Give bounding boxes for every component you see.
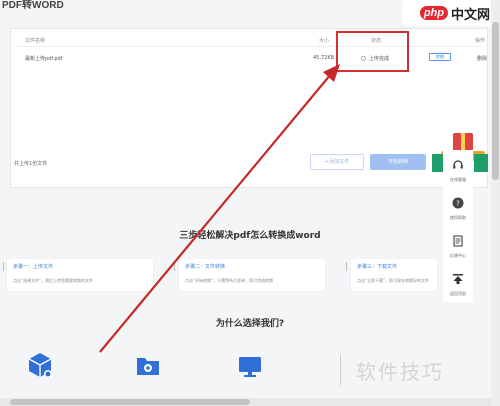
col-header-name: 文件名称 <box>25 38 46 44</box>
step-desc: 点击“选择文件”，然后上传您需要转换的文件 <box>13 278 94 283</box>
gift-box-shape <box>453 133 473 151</box>
folder-feature-icon <box>137 358 159 375</box>
step-divider: | <box>173 262 177 272</box>
watermark: 软件技巧 <box>340 350 500 390</box>
step-card-3: 步骤三：下载文件 点击“立即下载”，即可保存转换好的文件 <box>350 258 438 292</box>
sidebar-item-label: 在线客服 <box>450 177 466 182</box>
watermark-bar <box>340 355 352 385</box>
header-divider <box>17 46 481 47</box>
convert-link[interactable]: 转换 <box>429 53 451 61</box>
status-highlight-box <box>336 31 409 72</box>
step-desc: 点击“开始转换”，只需等待几秒钟，即可完成转换 <box>185 278 274 283</box>
scrollbar-thumb[interactable] <box>492 22 499 180</box>
file-name: 最新上传pdf.pdf <box>25 56 63 62</box>
step-title: 步骤三：下载文件 <box>357 264 398 270</box>
scrollbar-thumb[interactable] <box>10 399 250 405</box>
delete-link[interactable]: 删除 <box>477 55 487 62</box>
back-to-top-icon <box>453 274 463 284</box>
svg-text:?: ? <box>456 200 460 208</box>
add-file-button[interactable]: +添加文件 <box>310 154 364 170</box>
site-logo[interactable]: php 中文网 <box>402 0 492 26</box>
step-divider: | <box>2 262 6 272</box>
why-title: 为什么选择我们? <box>215 319 285 329</box>
sidebar-item-top[interactable]: 返回顶部 <box>443 270 473 297</box>
guide-title: 三步轻松解决pdf怎么转换成word <box>179 231 321 241</box>
upload-count: 共上传1份文件 <box>14 161 48 167</box>
col-header-op: 操作 <box>475 38 486 44</box>
step-divider: | <box>345 262 349 272</box>
page-title: PDF转WORD <box>2 0 64 11</box>
sidebar-item-label: 使用帮助 <box>450 215 466 220</box>
green-side-button[interactable] <box>474 154 488 172</box>
logo-text: 中文网 <box>450 7 490 23</box>
sidebar-item-help[interactable]: ? 使用帮助 <box>443 194 473 221</box>
monitor-feature-icon <box>239 357 261 377</box>
col-header-size: 大小 <box>319 38 330 44</box>
step-title: 步骤一：上传文件 <box>13 264 54 270</box>
sidebar-item-label: 反馈中心 <box>450 253 466 258</box>
logo-mark: php <box>419 6 448 20</box>
vertical-scrollbar[interactable] <box>491 0 500 406</box>
horizontal-scrollbar[interactable] <box>0 398 491 406</box>
floating-sidebar: 在线客服 ? 使用帮助 反馈中心 返回顶部 <box>443 150 473 302</box>
headset-icon <box>453 160 463 169</box>
watermark-text: 软件技巧 <box>356 359 444 384</box>
cube-feature-icon <box>28 353 52 378</box>
help-icon: ? <box>452 197 464 209</box>
file-size: 45.72KB <box>313 55 335 61</box>
step-card-1: 步骤一：上传文件 点击“选择文件”，然后上传您需要转换的文件 <box>6 258 154 292</box>
step-desc: 点击“立即下载”，即可保存转换好的文件 <box>357 278 430 283</box>
sidebar-item-service[interactable]: 在线客服 <box>443 156 473 183</box>
start-convert-button[interactable]: 开始转换 <box>370 154 426 170</box>
sidebar-item-label: 返回顶部 <box>450 291 466 296</box>
step-card-2: 步骤二：文件转换 点击“开始转换”，只需等待几秒钟，即可完成转换 <box>178 258 326 292</box>
step-title: 步骤二：文件转换 <box>185 264 226 270</box>
